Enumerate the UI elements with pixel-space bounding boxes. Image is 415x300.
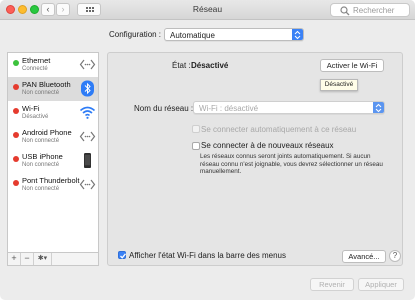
network-item-name: USB iPhone bbox=[22, 152, 63, 161]
search-icon bbox=[340, 6, 350, 16]
network-item-status: Désactivé bbox=[22, 114, 49, 120]
chevron-updown-icon bbox=[373, 102, 384, 113]
network-item-ethernet[interactable]: Ethernet Connecté bbox=[8, 53, 98, 77]
status-dot bbox=[13, 156, 19, 162]
service-action-menu-button[interactable]: ✱▾ bbox=[34, 253, 52, 265]
show-wifi-status-checkbox[interactable] bbox=[118, 251, 127, 259]
state-label: État : bbox=[172, 61, 191, 70]
show-wifi-status-label: Afficher l'état Wi-Fi dans la barre des … bbox=[129, 251, 286, 260]
configuration-label: Configuration : bbox=[109, 30, 162, 39]
status-dot bbox=[13, 84, 19, 90]
network-item-name: Wi-Fi bbox=[22, 104, 40, 113]
search-placeholder: Rechercher bbox=[353, 6, 395, 15]
network-item-name: Pont Thunderbolt bbox=[22, 176, 80, 185]
network-item-pan-bluetooth[interactable]: PAN Bluetooth Non connecté bbox=[8, 77, 98, 101]
network-item-name: Ethernet bbox=[22, 56, 51, 65]
checkmark-icon bbox=[120, 253, 127, 259]
status-dot bbox=[13, 60, 19, 66]
status-dot bbox=[13, 180, 19, 186]
remove-service-button[interactable]: − bbox=[21, 253, 34, 265]
revert-button[interactable]: Revenir bbox=[310, 278, 354, 291]
search-field[interactable]: Rechercher bbox=[330, 3, 410, 17]
ethernet-arrows-icon bbox=[79, 59, 96, 70]
service-list-toolbar: + − ✱▾ bbox=[7, 253, 99, 266]
network-item-wifi[interactable]: Wi-Fi Désactivé bbox=[8, 101, 98, 125]
auto-join-checkbox[interactable] bbox=[192, 125, 200, 133]
auto-join-label: Se connecter automatiquement à ce réseau bbox=[201, 125, 357, 134]
network-item-usb-iphone[interactable]: USB iPhone Non connecté bbox=[8, 149, 98, 173]
network-item-status: Non connecté bbox=[22, 90, 60, 96]
title-bar: ‹ › Réseau Rechercher bbox=[0, 0, 415, 20]
network-item-name: PAN Bluetooth bbox=[22, 80, 71, 89]
ask-new-networks-label: Se connecter à de nouveaux réseaux bbox=[201, 141, 334, 150]
help-button[interactable]: ? bbox=[389, 250, 401, 262]
network-item-name: Android Phone bbox=[22, 128, 72, 137]
bluetooth-icon bbox=[81, 80, 94, 97]
network-item-status: Non connecté bbox=[22, 186, 60, 192]
network-name-label: Nom du réseau : bbox=[134, 104, 194, 113]
network-item-status: Connecté bbox=[22, 66, 48, 72]
advanced-button[interactable]: Avancé... bbox=[342, 250, 386, 263]
wifi-icon bbox=[79, 106, 96, 119]
android-arrows-icon bbox=[79, 131, 96, 142]
network-service-list: Ethernet Connecté PAN Bluetooth Non conn… bbox=[7, 52, 99, 253]
chevron-updown-icon bbox=[292, 29, 303, 40]
network-item-android-phone[interactable]: Android Phone Non connecté bbox=[8, 125, 98, 149]
thunderbolt-arrows-icon bbox=[79, 179, 96, 190]
add-service-button[interactable]: + bbox=[8, 253, 21, 265]
ask-new-networks-checkbox[interactable] bbox=[192, 142, 200, 150]
activate-wifi-button[interactable]: Activer le Wi-Fi bbox=[320, 59, 384, 72]
network-name-popup[interactable]: Wi-Fi : désactivé bbox=[193, 101, 385, 114]
ask-new-networks-help: Les réseaux connus seront joints automat… bbox=[200, 153, 383, 176]
status-dot bbox=[13, 132, 19, 138]
status-dot bbox=[13, 108, 19, 114]
apply-button[interactable]: Appliquer bbox=[358, 278, 404, 291]
network-item-status: Non connecté bbox=[22, 162, 60, 168]
network-item-status: Non connecté bbox=[22, 138, 60, 144]
configuration-popup[interactable]: Automatique bbox=[164, 28, 304, 41]
network-item-thunderbolt-bridge[interactable]: Pont Thunderbolt Non connecté bbox=[8, 173, 98, 197]
network-preferences-window: ‹ › Réseau Rechercher Configuration : Au… bbox=[0, 0, 415, 300]
status-tooltip: Désactivé bbox=[320, 79, 358, 91]
iphone-icon bbox=[84, 153, 91, 168]
configuration-value: Automatique bbox=[170, 31, 215, 40]
network-name-placeholder: Wi-Fi : désactivé bbox=[199, 104, 259, 113]
state-value: Désactivé bbox=[191, 61, 229, 70]
